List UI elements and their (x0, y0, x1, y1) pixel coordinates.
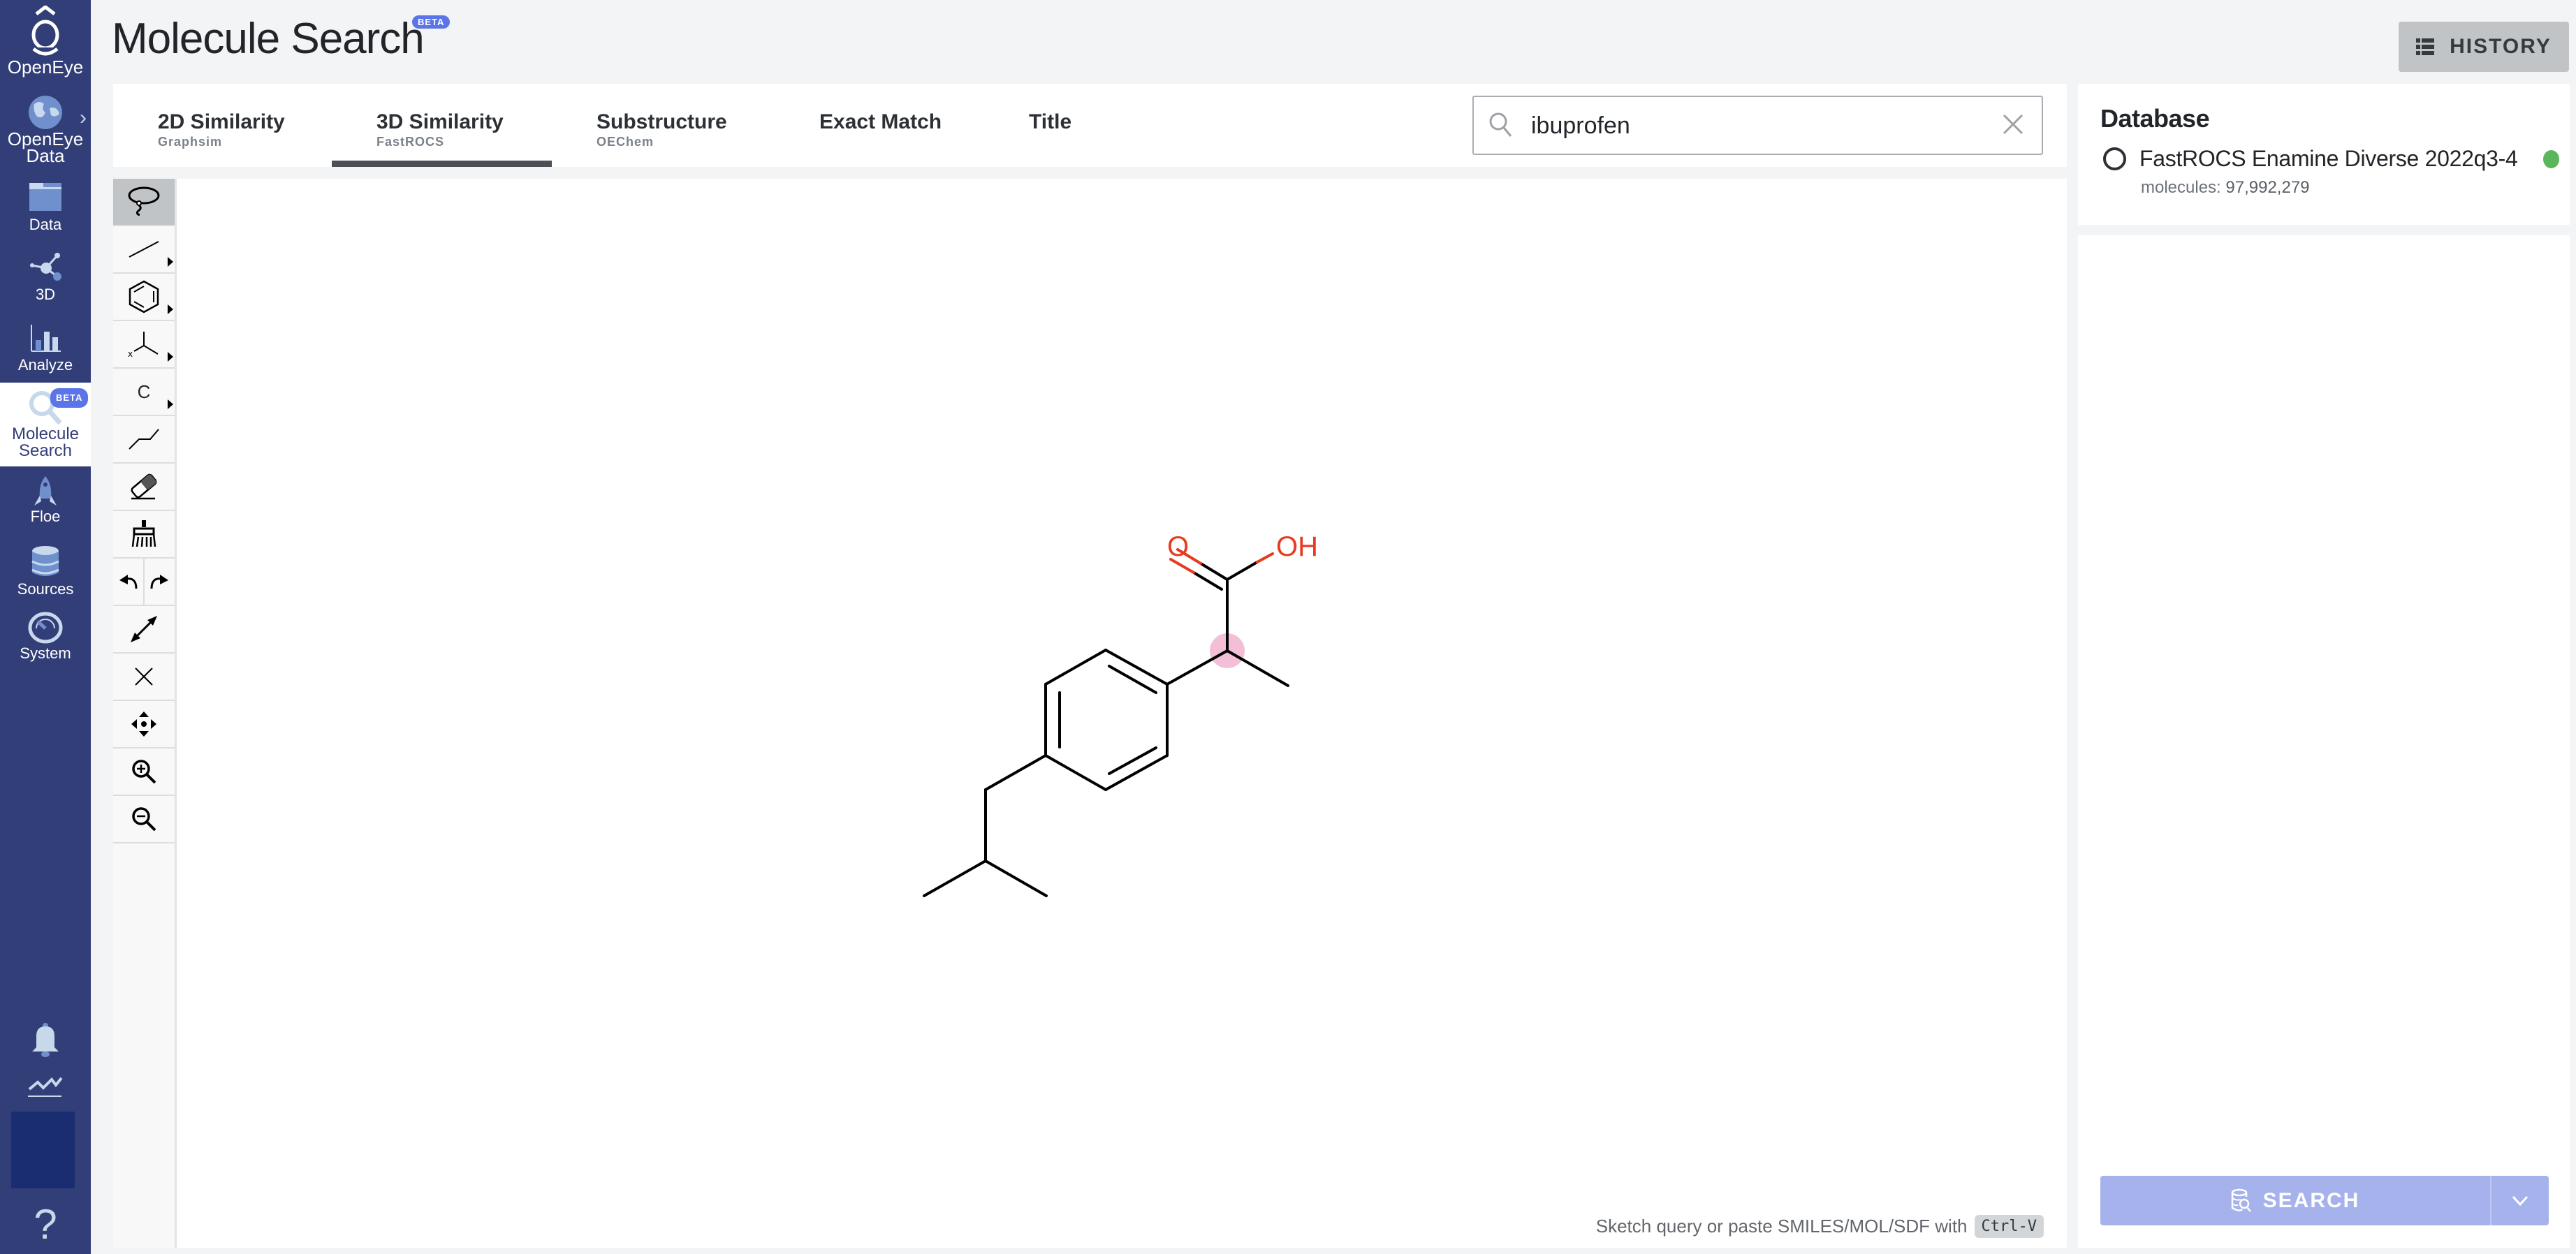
tab-sublabel: OEChem (597, 135, 654, 149)
bond (923, 860, 987, 897)
sidebar-item-data[interactable]: Data (0, 182, 91, 237)
sidebar-item-analyze[interactable]: Analyze (0, 323, 91, 379)
hydroxyl-atom-label: OH (1276, 531, 1318, 562)
history-label: HISTORY (2450, 35, 2552, 58)
search-input[interactable] (1530, 107, 1979, 145)
tab-3d-similarity[interactable]: 3D Similarity FastROCS (376, 110, 504, 149)
results-panel: SEARCH (2078, 235, 2570, 1248)
sidebar-item-system[interactable]: System (0, 612, 91, 667)
openeye-logo-icon (31, 6, 60, 56)
sidebar-item-3d[interactable]: 3D (0, 251, 91, 307)
sidebar-item-label: Analyze (17, 356, 73, 374)
search-options-dropdown[interactable] (2490, 1176, 2549, 1225)
sidebar-item-label: System (20, 644, 71, 662)
search-button-group: SEARCH (2100, 1176, 2549, 1225)
bond (1104, 649, 1169, 686)
tab-sublabel: Graphsim (158, 135, 223, 149)
beta-badge: BETA (50, 388, 89, 408)
tab-substructure[interactable]: Substructure OEChem (597, 110, 727, 149)
sketch-hint: Sketch query or paste SMILES/MOL/SDF wit… (1596, 1215, 2044, 1238)
search-button-label: SEARCH (2262, 1188, 2360, 1212)
tab-2d-similarity[interactable]: 2D Similarity Graphsim (158, 110, 285, 149)
help-icon: ? (34, 1201, 57, 1248)
tab-label: Exact Match (819, 110, 942, 133)
sketcher-canvas[interactable]: x C O OH Sketch query or paste SMILES/MO… (113, 179, 2067, 1248)
shortcut-key: Ctrl-V (1974, 1215, 2044, 1238)
activity-icon (28, 1077, 63, 1097)
molecule-name-search (1472, 96, 2043, 155)
database-molecule-count: molecules: 97,992,279 (2141, 178, 2310, 198)
sidebar-item-floe[interactable]: Floe (0, 475, 91, 531)
clear-search-icon[interactable] (2001, 112, 2025, 136)
count-value: 97,992,279 (2225, 178, 2310, 197)
double-bond-inner (1108, 665, 1157, 694)
hint-text: Sketch query or paste SMILES/MOL/SDF wit… (1595, 1216, 1968, 1237)
molecule-structure[interactable]: O OH (113, 179, 2067, 1248)
database-name[interactable]: FastROCS Enamine Diverse 2022q3-4 (2139, 146, 2518, 172)
tab-exact-match[interactable]: Exact Match (819, 110, 942, 134)
bell-icon (32, 1023, 59, 1057)
tab-label: Title (1029, 110, 1072, 133)
user-avatar[interactable] (11, 1112, 75, 1188)
bond (1166, 649, 1229, 686)
tab-sublabel: FastROCS (376, 135, 445, 149)
sidebar-nav: OpenEye › OpenEye Data Data 3D Analyze B… (0, 0, 91, 1254)
history-button[interactable]: HISTORY (2399, 22, 2569, 72)
search-button[interactable]: SEARCH (2100, 1176, 2490, 1225)
database-panel: Database FastROCS Enamine Diverse 2022q3… (2078, 84, 2570, 225)
chevron-right-icon: › (80, 106, 87, 129)
bond (1044, 754, 1107, 791)
tab-label: 3D Similarity (376, 110, 504, 133)
activity-button[interactable] (0, 1074, 91, 1102)
sidebar-item-openeye-data[interactable]: › OpenEye Data (0, 94, 91, 168)
database-search-icon (2231, 1188, 2251, 1212)
database-radio[interactable] (2103, 147, 2126, 170)
help-button[interactable]: ? (0, 1204, 91, 1246)
database-icon (31, 546, 59, 576)
sidebar-item-molecule-search[interactable]: BETA Molecule Search (0, 383, 91, 466)
bar-chart-icon (31, 325, 61, 352)
globe-icon (29, 96, 62, 129)
rocket-icon (34, 476, 57, 506)
sidebar-item-label: Data (29, 216, 62, 233)
bond (984, 754, 1047, 791)
molecule-nodes-icon (30, 253, 61, 281)
sidebar-item-label: Sources (17, 580, 74, 598)
page-title: Molecule Search (112, 15, 425, 63)
title-beta-badge: BETA (412, 15, 451, 29)
openeye-logo[interactable]: OpenEye (0, 6, 91, 84)
notifications-button[interactable] (0, 1022, 91, 1058)
bond (1104, 754, 1169, 791)
bond (1226, 649, 1289, 687)
sidebar-item-label: Search (18, 441, 73, 460)
active-tab-indicator (332, 161, 552, 167)
tab-label: 2D Similarity (158, 110, 285, 133)
logo-label: OpenEye (7, 57, 84, 78)
search-mode-tabs: 2D Similarity Graphsim 3D Similarity Fas… (113, 84, 2067, 167)
bond (984, 860, 1048, 897)
molecule-bonds (923, 578, 1289, 897)
count-label: molecules: (2141, 178, 2221, 197)
list-icon (2416, 38, 2435, 55)
sidebar-item-label: Floe (30, 508, 61, 525)
tab-label: Substructure (597, 110, 727, 133)
database-status-dot (2543, 150, 2559, 168)
chevron-down-icon (2512, 1195, 2529, 1206)
gauge-icon (28, 612, 63, 644)
double-bond-inner (1108, 746, 1157, 775)
bond (1044, 649, 1107, 686)
sidebar-item-sources[interactable]: Sources (0, 545, 91, 600)
database-heading: Database (2100, 104, 2210, 133)
sidebar-item-label: Data (26, 145, 65, 166)
search-icon (1489, 112, 1512, 137)
sidebar-item-label: 3D (35, 286, 56, 303)
folder-icon (29, 183, 61, 211)
oxygen-atom-label: O (1167, 531, 1189, 562)
tab-title[interactable]: Title (1029, 110, 1071, 134)
